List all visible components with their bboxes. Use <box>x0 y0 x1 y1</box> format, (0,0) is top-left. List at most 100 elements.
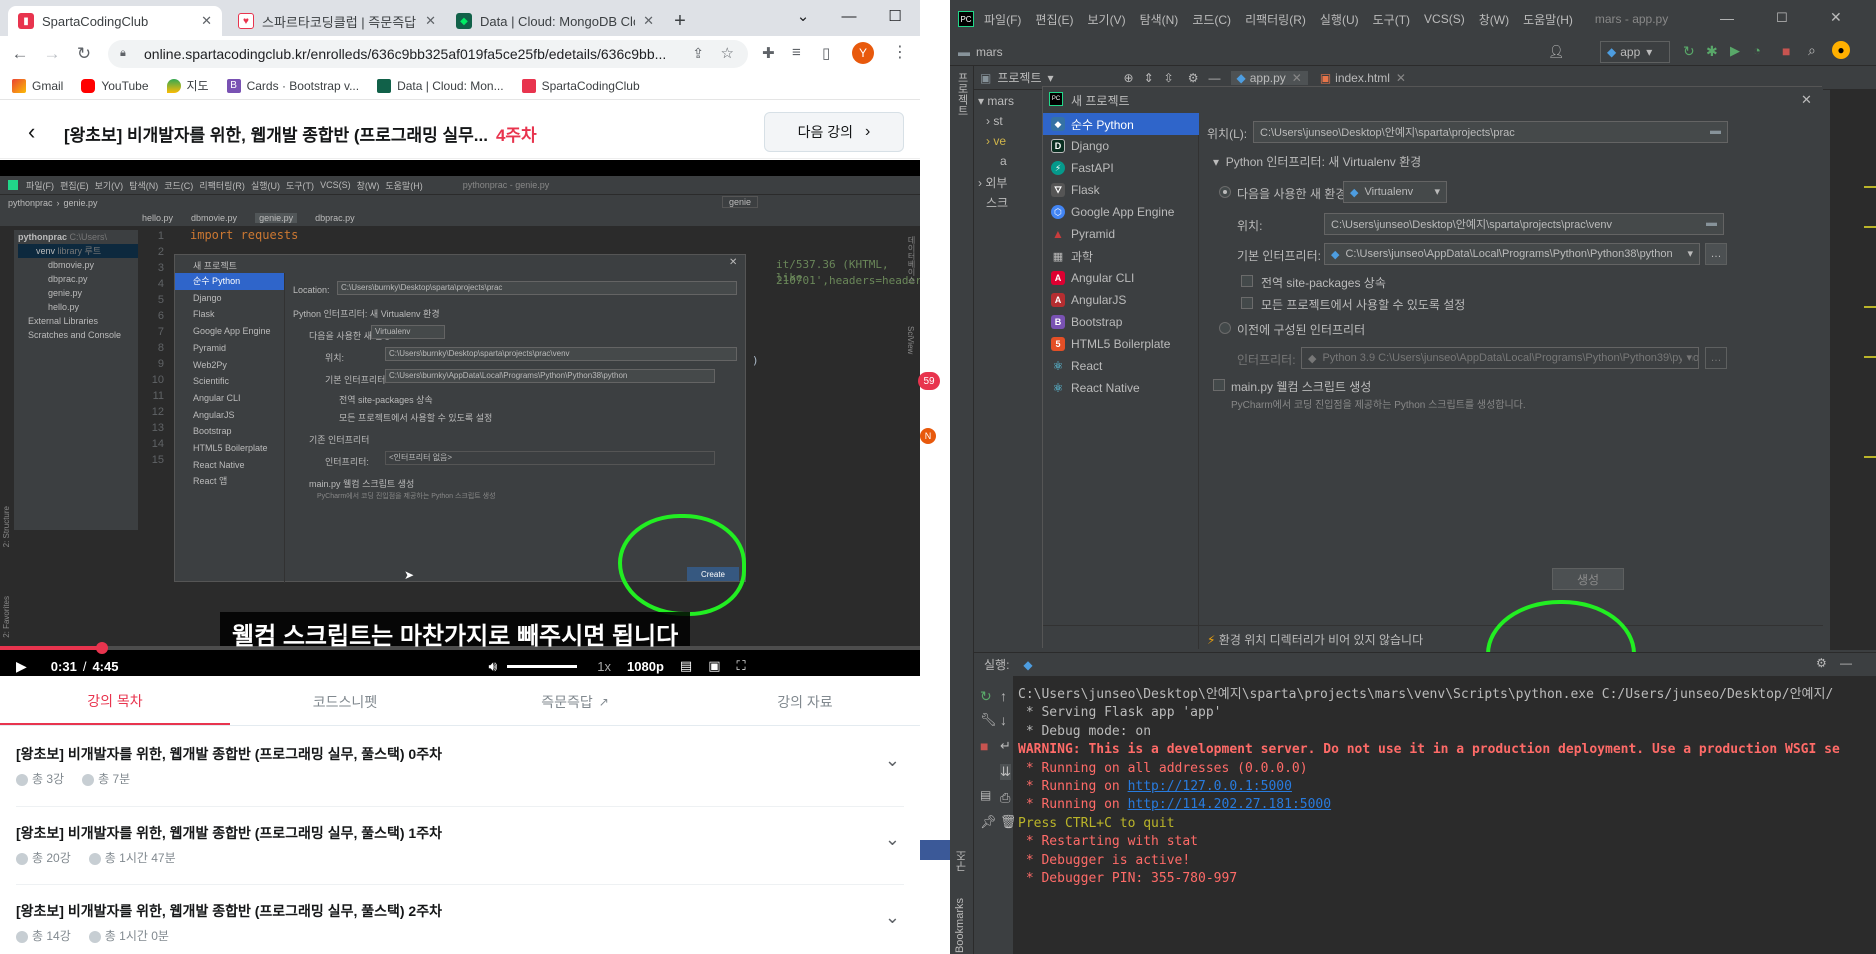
bookmark-youtube[interactable]: YouTube <box>81 78 149 93</box>
bookmark-bootstrap[interactable]: B Cards · Bootstrap v... <box>226 78 359 93</box>
tree-node[interactable]: › st <box>986 114 1003 128</box>
tree-root[interactable]: ▾ mars <box>978 94 1014 108</box>
stop-icon[interactable]: ■ <box>1782 43 1790 59</box>
coverage-icon[interactable]: ▶ <box>1730 43 1740 59</box>
console-link[interactable]: http://114.202.27.181:5000 <box>1128 797 1332 812</box>
project-type-react-native[interactable]: ⚛ React Native <box>1043 377 1199 399</box>
bookmark-maps[interactable]: 지도 <box>166 77 209 94</box>
tab-toc[interactable]: 강의 목차 <box>0 678 230 725</box>
browser-tab-mongodb[interactable]: ◆ Data | Cloud: MongoDB Cloud ✕ <box>446 6 664 36</box>
pin-icon[interactable]: 📌︎ <box>980 814 997 830</box>
browser-tab-sparta[interactable]: ▮ SpartaCodingClub ✕ <box>8 6 222 36</box>
week-row-0[interactable]: [왕초보] 비개발자를 위한, 웹개발 종합반 (프로그래밍 실무, 풀스택) … <box>16 728 904 806</box>
fullscreen-icon[interactable]: ⛶ <box>737 658 746 674</box>
close-tab-icon[interactable]: ✕ <box>1396 71 1406 85</box>
menu-refactor[interactable]: 리팩터링(R) <box>1245 11 1306 28</box>
chevron-down-icon[interactable]: ⌄ <box>885 907 900 928</box>
project-type-pyramid[interactable]: ▲ Pyramid <box>1043 223 1199 245</box>
share-icon[interactable]: ⇪ <box>692 45 704 62</box>
menu-window[interactable]: 창(W) <box>1479 11 1509 28</box>
play-icon[interactable]: ▶ <box>16 658 27 675</box>
chevron-down-icon[interactable]: ▾ <box>1048 71 1054 85</box>
stop-icon[interactable]: ■ <box>980 738 988 754</box>
browser-tab-qna[interactable]: ♥ 스파르타코딩클럽 | 즉문즉답 ✕ <box>228 6 446 36</box>
venv-location-input[interactable]: C:\Users\junseo\Desktop\안예지\sparta\proje… <box>1324 213 1724 235</box>
gear-icon[interactable]: ⚙ <box>1816 656 1827 670</box>
menu-code[interactable]: 코드(C) <box>1192 11 1231 28</box>
browse-button[interactable]: … <box>1705 243 1727 265</box>
tree-node[interactable]: › ve <box>986 134 1006 148</box>
back-arrow-icon[interactable]: ← <box>4 38 36 70</box>
file-tab-app[interactable]: ◆ app.py ✕ <box>1230 70 1308 85</box>
chevron-down-icon[interactable]: ⌄ <box>885 829 900 850</box>
project-type-bootstrap[interactable]: B Bootstrap <box>1043 311 1199 333</box>
week-row-1[interactable]: [왕초보] 비개발자를 위한, 웹개발 종합반 (프로그래밍 실무, 풀스택) … <box>16 806 904 884</box>
project-view-label[interactable]: 프로젝트 <box>997 69 1041 86</box>
volume-slider[interactable] <box>507 664 578 668</box>
tree-node[interactable]: 스크 <box>986 194 1008 211</box>
video-player[interactable]: 파일(F) 편집(E) 보기(V) 탐색(N) 코드(C) 리팩터링(R) 실행… <box>0 160 920 676</box>
menu-view[interactable]: 보기(V) <box>1087 11 1125 28</box>
locate-icon[interactable]: ⊕ <box>1124 71 1134 85</box>
chevron-down-icon[interactable]: ⌄ <box>780 0 826 32</box>
reload-icon[interactable]: ↻ <box>68 38 100 70</box>
pip-icon[interactable]: ▣ <box>708 658 720 674</box>
kebab-menu-icon[interactable]: ⋮ <box>892 42 908 62</box>
maximize-button[interactable]: ☐ <box>1776 10 1788 26</box>
reading-list-icon[interactable]: ≡ <box>792 44 801 61</box>
project-type-pure-python[interactable]: ◆ 순수 Python <box>1043 113 1199 135</box>
maximize-button[interactable]: ☐ <box>872 0 918 32</box>
file-tab-index[interactable]: ▣ index.html ✕ <box>1320 71 1406 85</box>
menu-help[interactable]: 도움말(H) <box>1523 11 1573 28</box>
close-tab-icon[interactable]: ✕ <box>201 13 212 29</box>
search-icon[interactable]: ⌕ <box>1808 42 1816 59</box>
close-icon[interactable]: ✕ <box>1801 92 1812 108</box>
debug-bug-icon[interactable]: ✱ <box>1706 43 1718 60</box>
back-chevron-icon[interactable]: ‹ <box>28 119 35 145</box>
captions-icon[interactable]: ▤ <box>680 658 692 674</box>
close-tab-icon[interactable]: ✕ <box>1292 71 1302 85</box>
avail-all-checkbox[interactable] <box>1241 297 1253 309</box>
minimize-button[interactable]: — <box>1720 10 1734 26</box>
menu-edit[interactable]: 편집(E) <box>1035 11 1073 28</box>
scroll-to-end-icon[interactable]: ⇊ <box>1000 764 1011 780</box>
new-tab-button[interactable]: + <box>664 6 696 36</box>
welcome-script-checkbox[interactable] <box>1213 379 1225 391</box>
expand-icon[interactable]: ⇳ <box>1164 71 1174 85</box>
browse-button[interactable]: … <box>1705 347 1727 369</box>
inherit-checkbox[interactable] <box>1241 275 1253 287</box>
interp-dropdown[interactable]: ◆ Python 3.9 C:\Users\junseo\AppData\Loca… <box>1301 347 1699 369</box>
project-type-react[interactable]: ⚛ React <box>1043 355 1199 377</box>
tab-code-snippet[interactable]: 코드스니펫 <box>230 678 460 725</box>
project-type-angular-cli[interactable]: A Angular CLI <box>1043 267 1199 289</box>
structure-tool-tab[interactable]: 구조 <box>954 850 970 872</box>
volume-icon[interactable]: 🔊︎ <box>488 658 497 675</box>
next-lecture-button[interactable]: 다음 강의 › <box>764 112 904 152</box>
close-tab-icon[interactable]: ✕ <box>425 13 436 29</box>
playback-speed[interactable]: 1x <box>597 659 611 674</box>
video-quality[interactable]: 1080p <box>627 659 664 674</box>
gear-icon[interactable]: ⚙ <box>1188 71 1199 85</box>
hide-icon[interactable]: — <box>1209 71 1221 85</box>
collapse-icon[interactable]: ⇕ <box>1144 71 1154 85</box>
tree-node[interactable]: › 외부 <box>978 174 1007 191</box>
chevron-down-icon[interactable]: ⌄ <box>885 750 900 771</box>
project-type-django[interactable]: D Django <box>1043 135 1199 157</box>
menu-navigate[interactable]: 탐색(N) <box>1140 11 1179 28</box>
bookmark-star-icon[interactable]: ☆ <box>721 44 734 62</box>
project-type-html5[interactable]: 5 HTML5 Boilerplate <box>1043 333 1199 355</box>
menu-tools[interactable]: 도구(T) <box>1373 11 1410 28</box>
bookmark-mongodb[interactable]: Data | Cloud: Mon... <box>377 78 504 93</box>
bookmark-sparta[interactable]: SpartaCodingClub <box>521 78 640 93</box>
profile-icon[interactable]: ◔ <box>1753 43 1761 58</box>
base-interp-dropdown[interactable]: ◆ C:\Users\junseo\AppData\Local\Programs\… <box>1324 243 1700 265</box>
interp-section-toggle[interactable]: ▾ Python 인터프리터: 새 Virtualenv 환경 <box>1213 153 1421 170</box>
forward-arrow-icon[interactable]: → <box>36 38 68 70</box>
console-link[interactable]: http://127.0.0.1:5000 <box>1128 779 1292 794</box>
arrow-up-icon[interactable]: ↑ <box>1000 688 1007 704</box>
week-row-2[interactable]: [왕초보] 비개발자를 위한, 웹개발 종합반 (프로그래밍 실무, 풀스택) … <box>16 884 904 954</box>
user-icon[interactable]: 👤︎ <box>1548 44 1565 60</box>
project-tool-tab[interactable]: 프로젝트 <box>954 72 970 116</box>
project-type-science[interactable]: ▦ 과학 <box>1043 245 1199 267</box>
address-bar[interactable]: 🔒︎ online.spartacodingclub.kr/enrolleds/… <box>108 40 748 68</box>
